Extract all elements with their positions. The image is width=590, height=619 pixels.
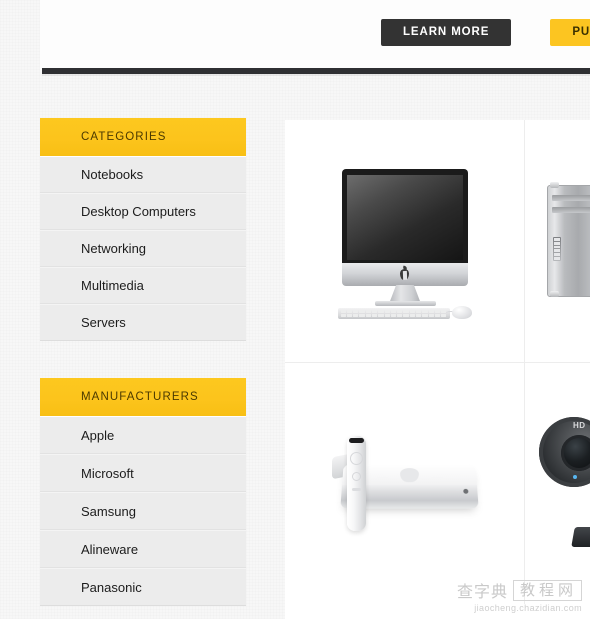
product-grid-row: HD bbox=[285, 362, 590, 604]
sidebar-item-servers[interactable]: Servers bbox=[40, 304, 246, 341]
sidebar-item-label: Notebooks bbox=[81, 167, 144, 182]
sidebar-item-label: Networking bbox=[81, 241, 147, 256]
sidebar-item-networking[interactable]: Networking bbox=[40, 230, 246, 267]
sidebar-item-desktop-computers[interactable]: Desktop Computers bbox=[40, 193, 246, 230]
learn-more-button[interactable]: LEARN MORE bbox=[381, 19, 512, 46]
sidebar-item-label: Samsung bbox=[81, 503, 136, 519]
sidebar-item-label: Multimedia bbox=[81, 278, 144, 293]
purchase-button[interactable]: PURCHASE bbox=[550, 19, 590, 46]
categories-list: Notebooks Desktop Computers Networking M… bbox=[40, 156, 246, 341]
manufacturers-list: Apple Microsoft Samsung Alineware Panaso… bbox=[40, 416, 246, 606]
sidebar-item-label: Desktop Computers bbox=[81, 204, 196, 219]
product-cell-hd-webcam[interactable]: HD bbox=[524, 363, 590, 604]
product-grid: HD bbox=[285, 120, 590, 619]
mac-mini-with-remote-icon bbox=[332, 431, 479, 536]
hd-webcam-icon: HD bbox=[539, 409, 590, 559]
manufacturers-widget-title: MANUFACTURERS bbox=[40, 378, 246, 416]
sidebar-item-label: Alineware bbox=[81, 541, 139, 557]
banner-divider-rule bbox=[42, 68, 590, 76]
categories-widget: CATEGORIES Notebooks Desktop Computers N… bbox=[40, 118, 246, 341]
sidebar-item-label: Panasonic bbox=[81, 579, 142, 595]
product-cell-imac[interactable] bbox=[285, 120, 524, 362]
sidebar-item-label: Servers bbox=[81, 315, 126, 330]
sidebar-item-apple[interactable]: Apple bbox=[40, 416, 246, 454]
product-cell-mac-pro-tower[interactable] bbox=[524, 120, 590, 362]
sidebar-item-notebooks[interactable]: Notebooks bbox=[40, 156, 246, 193]
sidebar: CATEGORIES Notebooks Desktop Computers N… bbox=[40, 118, 246, 619]
sidebar-item-multimedia[interactable]: Multimedia bbox=[40, 267, 246, 304]
banner-button-group: LEARN MORE PURCHASE bbox=[381, 19, 590, 46]
product-grid-row bbox=[285, 120, 590, 362]
imac-desktop-icon bbox=[337, 168, 472, 319]
sidebar-item-panasonic[interactable]: Panasonic bbox=[40, 568, 246, 606]
sidebar-item-label: Apple bbox=[81, 427, 115, 443]
product-cell-mac-mini[interactable] bbox=[285, 363, 524, 604]
sidebar-item-alineware[interactable]: Alineware bbox=[40, 530, 246, 568]
manufacturers-widget: MANUFACTURERS Apple Microsoft Samsung Al… bbox=[40, 378, 246, 606]
sidebar-item-label: Microsoft bbox=[81, 465, 134, 481]
categories-widget-title: CATEGORIES bbox=[40, 118, 246, 156]
tower-computer-icon bbox=[547, 182, 590, 297]
sidebar-item-samsung[interactable]: Samsung bbox=[40, 492, 246, 530]
sidebar-item-microsoft[interactable]: Microsoft bbox=[40, 454, 246, 492]
top-banner-panel: LEARN MORE PURCHASE bbox=[40, 0, 590, 70]
